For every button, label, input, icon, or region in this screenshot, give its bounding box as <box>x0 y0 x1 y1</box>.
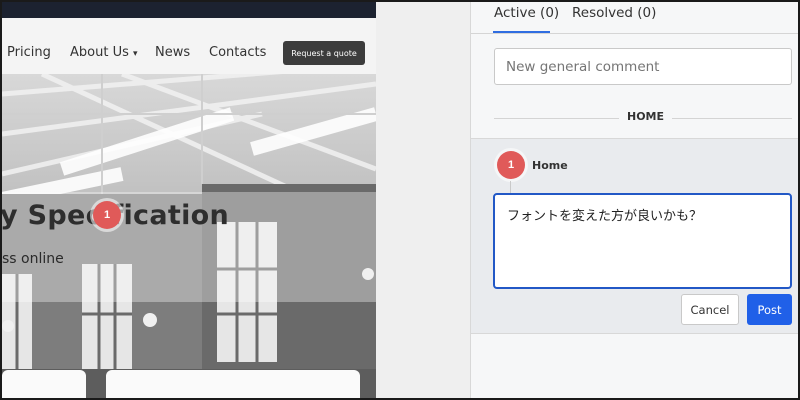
new-general-comment-input[interactable] <box>494 48 792 85</box>
tab-active[interactable]: Active (0) <box>494 5 559 21</box>
hero-card <box>2 370 86 398</box>
cancel-button[interactable]: Cancel <box>681 294 739 325</box>
comment-tabs: Active (0) Resolved (0) <box>471 2 798 34</box>
site-top-bar <box>2 2 376 18</box>
section-label: HOME <box>619 110 673 123</box>
comment-textarea[interactable]: フォントを変えた方が良いかも？ <box>493 193 792 289</box>
nav-contacts-link[interactable]: Contacts <box>209 45 266 60</box>
hero-section: y Specification ss online <box>2 74 376 398</box>
hero-background-image <box>2 74 376 398</box>
nav-pricing-link[interactable]: Pricing <box>7 45 51 60</box>
comment-thread: 1 Home フォントを変えた方が良いかも？ Cancel Post <box>471 138 798 334</box>
nav-news-link[interactable]: News <box>155 45 190 60</box>
chevron-down-icon: ▾ <box>133 49 138 59</box>
website-preview: Pricing About Us ▾ News Contacts Request… <box>2 2 376 398</box>
tab-resolved[interactable]: Resolved (0) <box>572 5 656 21</box>
thread-page-name: Home <box>532 159 568 172</box>
app-frame: Pricing About Us ▾ News Contacts Request… <box>0 0 800 400</box>
comments-panel: Active (0) Resolved (0) HOME 1 Home フォント… <box>470 2 798 398</box>
nav-about-link[interactable]: About Us ▾ <box>70 45 138 60</box>
hero-subtitle: ss online <box>2 251 64 267</box>
hero-card <box>106 370 360 398</box>
comment-pin-marker[interactable]: 1 <box>93 201 121 229</box>
post-button[interactable]: Post <box>747 294 792 325</box>
nav-about-label: About Us <box>70 45 129 60</box>
thread-pin-marker: 1 <box>497 151 525 179</box>
active-tab-indicator <box>493 31 550 33</box>
request-quote-button[interactable]: Request a quote <box>283 41 365 65</box>
